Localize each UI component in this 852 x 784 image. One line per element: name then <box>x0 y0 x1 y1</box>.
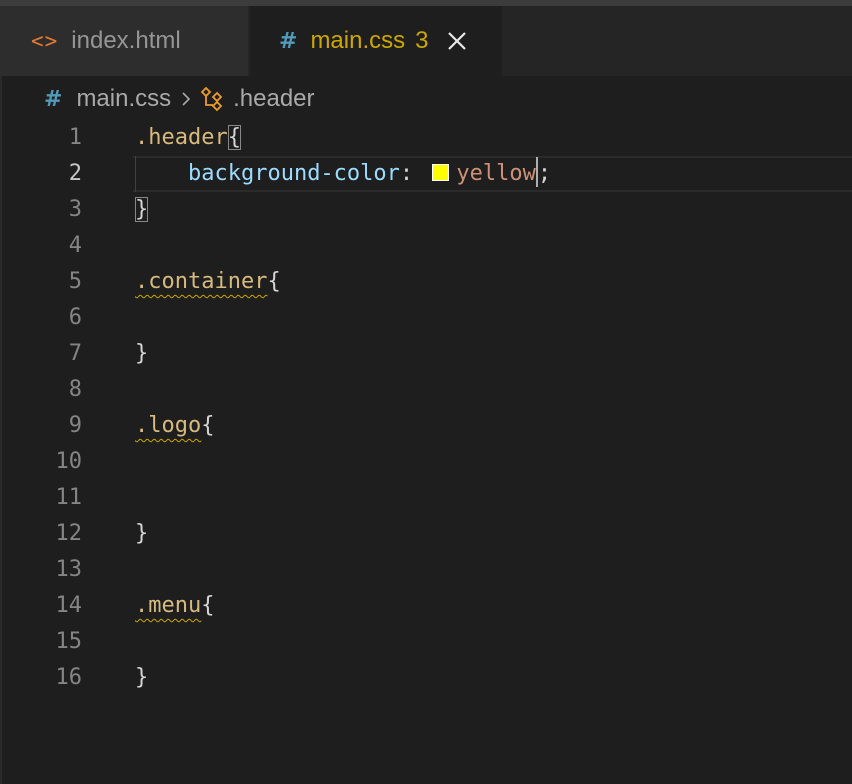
semicolon: ; <box>537 161 552 186</box>
code-line[interactable]: 1 .header{ <box>0 120 852 156</box>
brace: } <box>135 665 149 690</box>
breadcrumb-symbol[interactable]: .header <box>233 85 314 113</box>
html-file-icon: <> <box>31 29 59 53</box>
code-content: background-color: yellow; <box>135 156 551 192</box>
line-number: 9 <box>68 413 82 438</box>
line-number: 12 <box>55 521 83 546</box>
code-content: .header{ <box>135 120 241 156</box>
tab-index-html[interactable]: <> index.html <box>0 6 249 76</box>
css-value: yellow <box>456 161 536 186</box>
line-number: 14 <box>55 593 83 618</box>
bracket-match: { <box>227 125 241 150</box>
css-selector-warning[interactable]: .container <box>135 269 267 294</box>
code-line[interactable]: 9 .logo{ <box>0 408 852 444</box>
line-number: 3 <box>68 197 82 222</box>
line-number: 11 <box>55 485 83 510</box>
line-number: 8 <box>68 377 82 402</box>
tab-label: index.html <box>71 27 181 54</box>
editor-tab-bar: <> index.html # main.css 3 <box>0 6 852 76</box>
code-line[interactable]: 11 <box>0 480 852 516</box>
code-line[interactable]: 14 .menu{ <box>0 588 852 624</box>
code-line-current[interactable]: 2 background-color: yellow; <box>0 156 852 192</box>
breadcrumb: # main.css .header <box>44 82 315 116</box>
colon: : <box>399 161 414 186</box>
tab-main-css[interactable]: # main.css 3 <box>250 6 502 76</box>
css-selector-warning[interactable]: .logo <box>135 413 201 438</box>
code-line[interactable]: 16 } <box>0 660 852 696</box>
code-line[interactable]: 7 } <box>0 336 852 372</box>
line-number: 7 <box>68 341 82 366</box>
css-selector: .header <box>135 125 228 150</box>
brace: { <box>267 269 281 294</box>
line-number: 5 <box>68 269 82 294</box>
code-content: .logo{ <box>135 408 214 444</box>
line-number: 15 <box>55 629 83 654</box>
brace: { <box>201 413 215 438</box>
code-line[interactable]: 13 <box>0 552 852 588</box>
line-number: 2 <box>68 161 82 186</box>
brace: } <box>135 521 149 546</box>
class-symbol-icon <box>199 86 225 112</box>
code-line[interactable]: 8 <box>0 372 852 408</box>
css-file-icon: # <box>279 28 298 54</box>
line-number: 16 <box>55 665 83 690</box>
code-line[interactable]: 12 } <box>0 516 852 552</box>
line-number: 1 <box>68 125 82 150</box>
css-selector-warning[interactable]: .menu <box>135 593 201 618</box>
code-line[interactable]: 3 } <box>0 192 852 228</box>
css-file-icon: # <box>44 86 63 112</box>
close-icon[interactable] <box>446 30 468 52</box>
css-property: background-color <box>187 161 400 186</box>
line-number: 4 <box>68 233 82 258</box>
bracket-match: } <box>135 197 149 222</box>
code-content: .menu{ <box>135 588 214 624</box>
problems-count-badge: 3 <box>415 27 429 54</box>
tab-label: main.css <box>310 27 406 54</box>
code-content: } <box>135 516 148 552</box>
code-line[interactable]: 10 <box>0 444 852 480</box>
code-content: } <box>135 660 148 696</box>
code-line[interactable]: 15 <box>0 624 852 660</box>
breadcrumb-file[interactable]: main.css <box>76 85 171 113</box>
code-line[interactable]: 6 <box>0 300 852 336</box>
color-swatch[interactable] <box>432 164 450 181</box>
line-number: 10 <box>55 449 83 474</box>
code-editor[interactable]: 1 .header{ 2 background-color: yellow; 3… <box>0 120 852 784</box>
code-content: } <box>135 192 149 228</box>
code-line[interactable]: 5 .container{ <box>0 264 852 300</box>
code-line[interactable]: 4 <box>0 228 852 264</box>
code-content: } <box>135 336 148 372</box>
brace: { <box>201 593 215 618</box>
code-content: .container{ <box>135 264 281 300</box>
chevron-right-icon <box>179 88 193 110</box>
line-number: 13 <box>55 557 83 582</box>
line-number: 6 <box>68 305 82 330</box>
brace: } <box>135 341 149 366</box>
